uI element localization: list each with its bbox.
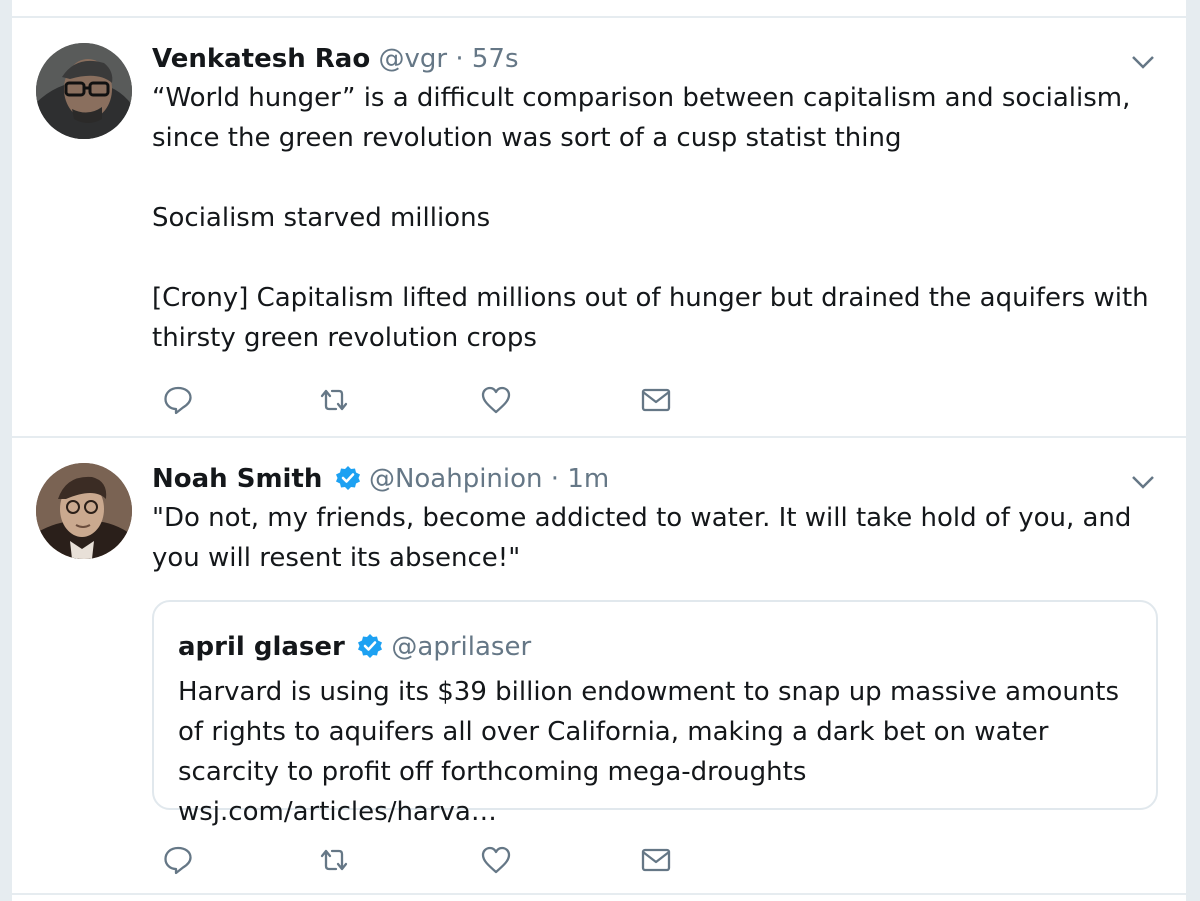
like-button[interactable] (476, 840, 516, 880)
tweet-text: "Do not, my friends, become addicted to … (152, 498, 1152, 578)
verified-badge-icon (357, 633, 383, 659)
reply-icon (164, 846, 192, 875)
tweet-header: Venkatesh Rao @vgr · 57s (152, 42, 519, 76)
tweet-actions (158, 840, 718, 880)
timestamp[interactable]: 1m (567, 464, 609, 494)
quoted-tweet-card[interactable]: april glaser @aprilaser Harvard is using… (152, 600, 1158, 827)
tweet-paragraph: [Crony] Capitalism lifted millions out o… (152, 283, 1149, 353)
author-name[interactable]: Noah Smith (152, 464, 322, 494)
chevron-down-icon[interactable] (1130, 472, 1156, 492)
reply-button[interactable] (158, 840, 198, 880)
tweet-text: “World hunger” is a difficult comparison… (152, 78, 1152, 358)
reply-button[interactable] (158, 380, 198, 420)
retweet-icon (320, 389, 348, 411)
avatar[interactable] (36, 43, 132, 139)
direct-message-button[interactable] (636, 840, 676, 880)
quoted-tweet-header: april glaser @aprilaser (178, 630, 531, 664)
avatar[interactable] (36, 463, 132, 559)
retweet-button[interactable] (314, 840, 354, 880)
tweet-paragraph: Socialism starved millions (152, 203, 491, 233)
like-button[interactable] (476, 380, 516, 420)
tweet-paragraph: "Do not, my friends, become addicted to … (152, 503, 1132, 573)
envelope-icon (641, 848, 671, 872)
tweet-header: Noah Smith @Noahpinion · 1m (152, 462, 609, 496)
tweet[interactable]: Noah Smith @Noahpinion · 1m "Do not, my … (12, 438, 1186, 895)
tweet-actions (158, 380, 718, 420)
envelope-icon (641, 388, 671, 412)
tweet[interactable]: Venkatesh Rao @vgr · 57s “World hunger” … (12, 18, 1186, 438)
author-handle[interactable]: @Noahpinion (369, 464, 543, 494)
tweet-paragraph: “World hunger” is a difficult comparison… (152, 83, 1131, 153)
retweet-button[interactable] (314, 380, 354, 420)
quoted-author-name: april glaser (178, 632, 345, 662)
reply-icon (164, 386, 192, 415)
retweet-icon (320, 849, 348, 871)
timeline-feed: Venkatesh Rao @vgr · 57s “World hunger” … (12, 0, 1186, 901)
author-name[interactable]: Venkatesh Rao (152, 44, 370, 74)
quoted-tweet-text: Harvard is using its $39 billion endowme… (178, 677, 1120, 827)
separator-dot: · (550, 464, 560, 494)
timestamp[interactable]: 57s (472, 44, 519, 74)
author-handle[interactable]: @vgr (378, 44, 447, 74)
heart-icon (481, 386, 511, 414)
direct-message-button[interactable] (636, 380, 676, 420)
separator-dot: · (455, 44, 464, 74)
previous-tweet-edge (12, 0, 1186, 18)
chevron-down-icon[interactable] (1130, 52, 1156, 72)
quoted-author-handle: @aprilaser (391, 632, 532, 662)
heart-icon (481, 846, 511, 874)
verified-badge-icon (335, 465, 361, 491)
